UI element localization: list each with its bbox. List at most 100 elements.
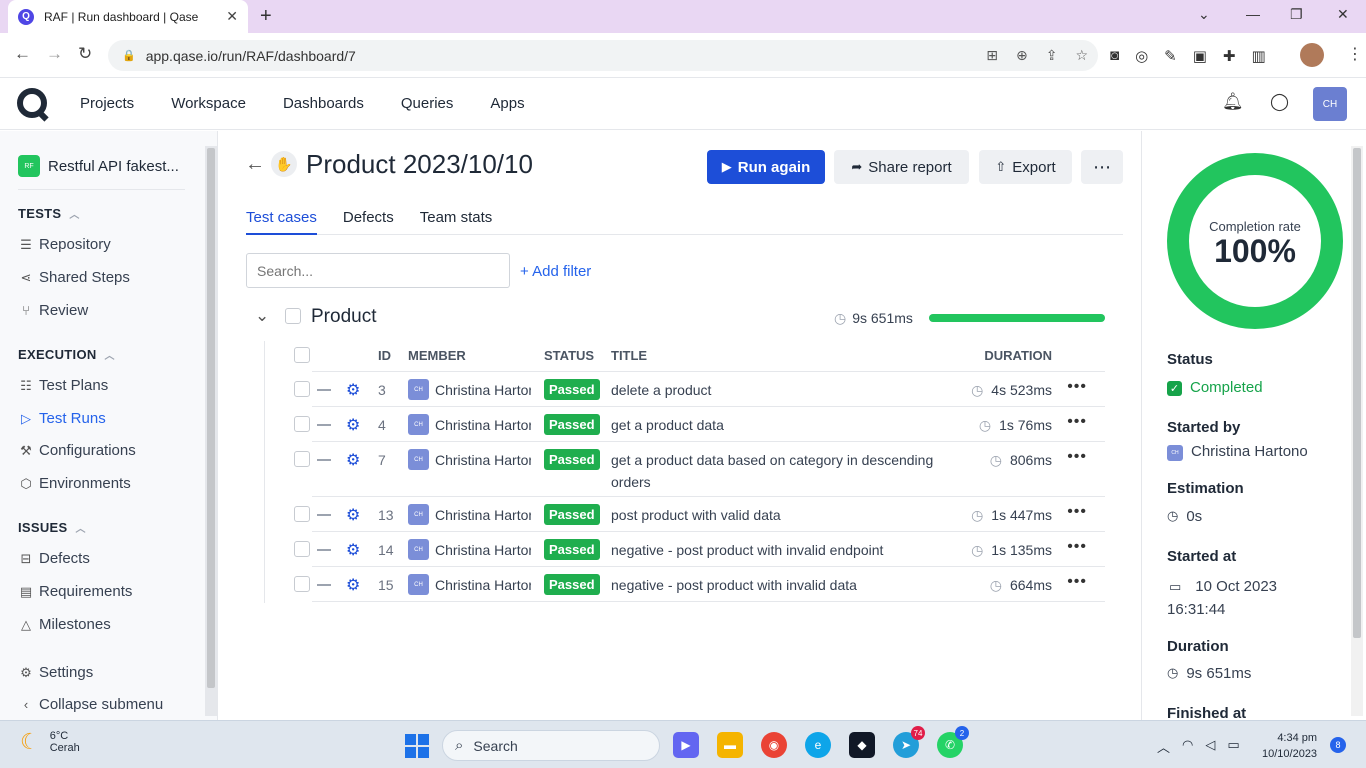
chevron-up-icon[interactable]: ︿ — [1157, 737, 1170, 756]
eyedropper-icon[interactable]: ✎ — [1164, 47, 1177, 65]
chevron-down-icon[interactable]: ⌄ — [255, 306, 269, 326]
qase-logo-icon[interactable] — [17, 88, 47, 118]
table-row[interactable]: ⚙ 14 CH Christina Hartono Passed negative - p… — [294, 532, 1105, 567]
section-execution[interactable]: EXECUTION ︿ — [18, 347, 115, 362]
taskbar-search[interactable]: ⌕ Search — [442, 730, 660, 761]
bell-icon[interactable]: 🔔︎ — [1222, 92, 1244, 112]
sidebar-item-review[interactable]: ⑂ Review — [18, 302, 88, 319]
close-tab-icon[interactable]: ✕ — [226, 8, 238, 25]
telegram-icon[interactable]: ➤ 74 — [893, 726, 925, 758]
panel-scrollbar[interactable] — [1351, 146, 1363, 716]
tab-team-stats[interactable]: Team stats — [420, 209, 493, 235]
column-title[interactable]: TITLE — [611, 348, 647, 363]
restore-icon[interactable]: ❐ — [1290, 6, 1303, 23]
row-checkbox[interactable] — [294, 451, 310, 467]
column-status[interactable]: STATUS — [544, 348, 594, 363]
sidebar-item-configurations[interactable]: ⚒ Configurations — [18, 442, 136, 459]
address-bar[interactable]: 🔒 app.qase.io/run/RAF/dashboard/7 ⊞ ⊕ ⇪ … — [108, 40, 1098, 71]
sidepanel-icon[interactable]: ▥ — [1252, 47, 1266, 65]
sidebar-item-requirements[interactable]: ▤ Requirements — [18, 583, 133, 600]
section-tests[interactable]: TESTS ︿ — [18, 206, 80, 221]
extension-box-icon[interactable]: ▣ — [1193, 47, 1207, 65]
table-row[interactable]: ⚙ 13 CH Christina Hartono Passed post product… — [294, 497, 1105, 532]
collapse-submenu-button[interactable]: ‹ Collapse submenu — [18, 696, 163, 713]
browser-menu-icon[interactable]: ⋮ — [1347, 44, 1363, 64]
row-more-icon[interactable]: ••• — [1067, 378, 1087, 396]
row-checkbox[interactable] — [294, 541, 310, 557]
share-icon[interactable]: ⇪ — [1046, 47, 1058, 64]
puzzle-icon[interactable]: ✚ — [1223, 47, 1236, 65]
chrome-icon[interactable]: ◉ — [761, 732, 787, 758]
section-issues[interactable]: ISSUES ︿ — [18, 520, 86, 535]
sidebar-item-defects[interactable]: ⊟ Defects — [18, 550, 90, 567]
sidebar-item-settings[interactable]: ⚙ Settings — [18, 664, 93, 681]
battery-icon[interactable]: ▭ — [1227, 737, 1239, 756]
share-report-button[interactable]: ➦ Share report — [834, 150, 969, 184]
table-row[interactable]: ⚙ 4 CH Christina Hartono Passed get a product… — [294, 407, 1105, 442]
more-actions-button[interactable]: ⋯ — [1081, 150, 1123, 184]
row-more-icon[interactable]: ••• — [1067, 448, 1087, 466]
row-checkbox[interactable] — [294, 506, 310, 522]
camera-icon[interactable]: ◙ — [1110, 47, 1119, 65]
edge-icon[interactable]: e — [805, 732, 831, 758]
nav-projects[interactable]: Projects — [80, 95, 134, 112]
row-more-icon[interactable]: ••• — [1067, 413, 1087, 431]
wifi-icon[interactable]: ◠ — [1182, 737, 1193, 756]
weather-widget[interactable]: ☾ 6°C Cerah — [20, 729, 80, 755]
zoom-icon[interactable]: ⊕ — [1016, 47, 1028, 64]
select-all-checkbox[interactable] — [294, 347, 310, 363]
sidebar-item-repository[interactable]: ☰ Repository — [18, 236, 111, 253]
table-row[interactable]: ⚙ 3 CH Christina Hartono Passed delete a prod… — [294, 372, 1105, 407]
browser-tab[interactable]: Q RAF | Run dashboard | Qase ✕ — [8, 0, 248, 33]
forward-icon[interactable]: → — [46, 44, 63, 64]
chevron-down-icon[interactable]: ⌄ — [1198, 6, 1210, 23]
profile-avatar[interactable] — [1300, 43, 1324, 67]
sidebar-item-test-plans[interactable]: ☷ Test Plans — [18, 377, 108, 394]
table-row[interactable]: ⚙ 7 CH Christina Hartono Passed get a product… — [294, 442, 1105, 497]
run-again-button[interactable]: ▶ Run again — [707, 150, 825, 184]
export-button[interactable]: ⇧ Export — [979, 150, 1072, 184]
tab-test-cases[interactable]: Test cases — [246, 209, 317, 235]
sidebar-item-shared-steps[interactable]: ⋖ Shared Steps — [18, 269, 130, 286]
case-title[interactable]: negative - post product with invalid end… — [611, 539, 973, 561]
add-filter-button[interactable]: + Add filter — [520, 263, 591, 280]
bookmark-star-icon[interactable]: ☆ — [1075, 47, 1088, 64]
search-input[interactable] — [246, 253, 510, 288]
user-avatar[interactable]: CH — [1313, 87, 1347, 121]
case-title[interactable]: post product with valid data — [611, 504, 973, 526]
nav-apps[interactable]: Apps — [490, 95, 524, 112]
translate-icon[interactable]: ⊞ — [986, 47, 998, 64]
nav-queries[interactable]: Queries — [401, 95, 454, 112]
close-window-icon[interactable]: ✕ — [1337, 6, 1349, 23]
column-duration[interactable]: DURATION — [984, 348, 1052, 363]
chat-icon[interactable]: ◯ — [1270, 92, 1289, 112]
whatsapp-icon[interactable]: ✆ 2 — [937, 726, 969, 758]
suite-checkbox[interactable] — [285, 308, 301, 324]
case-title[interactable]: negative - post product with invalid dat… — [611, 574, 973, 596]
row-more-icon[interactable]: ••• — [1067, 573, 1087, 591]
case-title[interactable]: get a product data based on category in … — [611, 449, 973, 493]
column-member[interactable]: MEMBER — [408, 348, 466, 363]
sidebar-item-environments[interactable]: ⬡ Environments — [18, 475, 130, 492]
app-icon[interactable]: ◆ — [849, 732, 875, 758]
clock[interactable]: 4:34 pm 10/10/2023 — [1262, 730, 1317, 762]
row-checkbox[interactable] — [294, 416, 310, 432]
table-row[interactable]: ⚙ 15 CH Christina Hartono Passed negative - p… — [294, 567, 1105, 602]
back-icon[interactable]: ← — [14, 44, 31, 64]
nav-workspace[interactable]: Workspace — [171, 95, 246, 112]
row-more-icon[interactable]: ••• — [1067, 538, 1087, 556]
sidebar-scrollbar[interactable] — [205, 146, 217, 716]
project-selector[interactable]: RF Restful API fakest... — [18, 155, 179, 177]
meet-icon[interactable]: ▶ — [673, 732, 699, 758]
new-tab-icon[interactable]: + — [260, 5, 272, 28]
column-id[interactable]: ID — [378, 348, 391, 363]
nav-dashboards[interactable]: Dashboards — [283, 95, 364, 112]
minimize-icon[interactable]: — — [1246, 6, 1260, 22]
volume-icon[interactable]: ◁ — [1205, 737, 1215, 756]
row-checkbox[interactable] — [294, 576, 310, 592]
extension-circle-icon[interactable]: ◎ — [1135, 47, 1148, 65]
row-checkbox[interactable] — [294, 381, 310, 397]
tab-defects[interactable]: Defects — [343, 209, 394, 235]
windows-start-icon[interactable] — [405, 734, 429, 758]
case-title[interactable]: delete a product — [611, 379, 973, 401]
